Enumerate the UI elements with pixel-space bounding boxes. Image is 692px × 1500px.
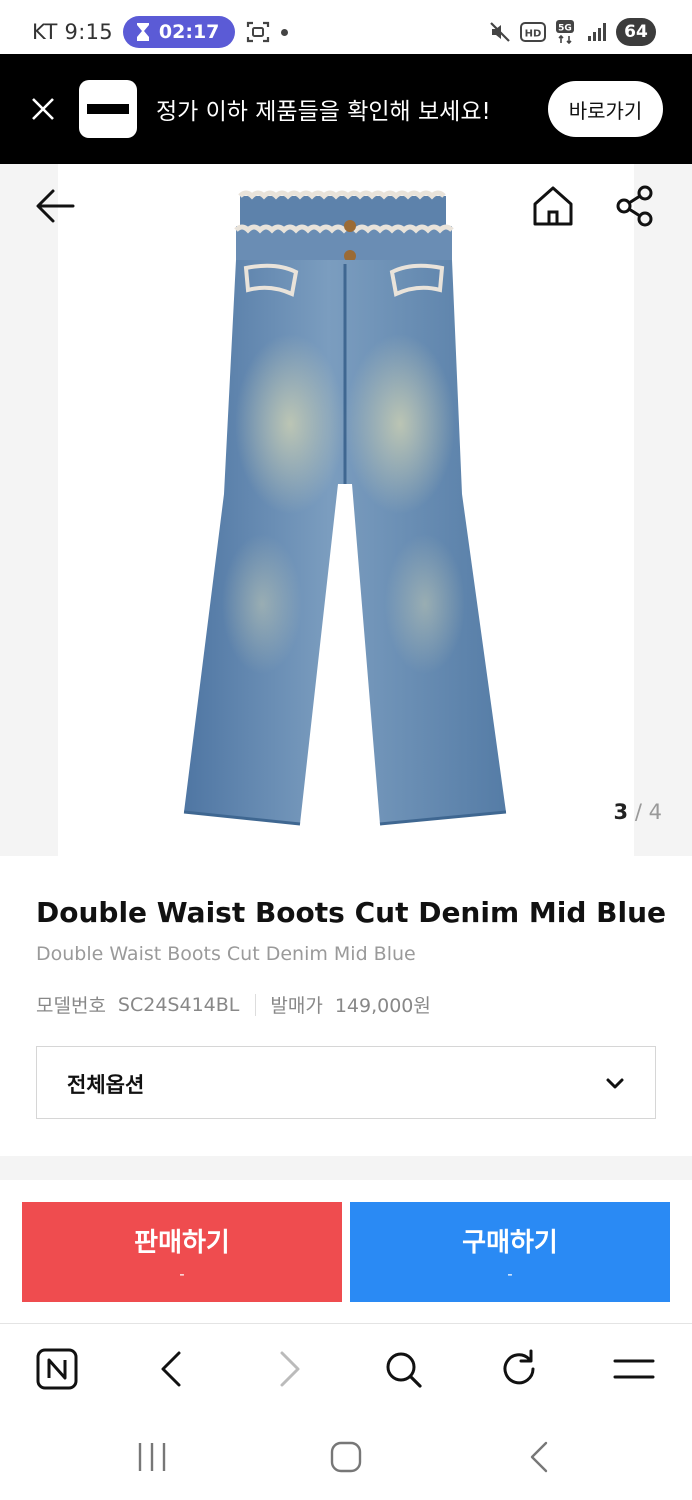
close-icon[interactable] — [28, 94, 58, 124]
browser-toolbar — [0, 1325, 692, 1413]
release-price-value: 149,000원 — [334, 995, 431, 1017]
sell-button[interactable]: 판매하기 - — [22, 1202, 342, 1302]
product-image-jeans — [183, 190, 507, 826]
sell-button-label: 판매하기 — [134, 1228, 230, 1258]
system-back-icon[interactable] — [520, 1437, 560, 1477]
buy-button[interactable]: 구매하기 - — [350, 1202, 670, 1302]
share-icon[interactable] — [614, 184, 656, 228]
model-number-value: SC24S414BL — [117, 993, 240, 1016]
timer-value: 02:17 — [158, 21, 220, 43]
system-navigation-bar — [0, 1413, 692, 1500]
option-select-value: 전체옵션 — [67, 1073, 145, 1097]
gallery-separator: / — [634, 800, 642, 824]
sell-button-price: - — [179, 1265, 185, 1283]
model-number-label: 모델번호 — [36, 995, 106, 1017]
battery-indicator: 64 — [616, 18, 656, 46]
buy-button-label: 구매하기 — [462, 1228, 558, 1258]
recent-apps-icon[interactable] — [132, 1437, 172, 1477]
back-arrow-icon[interactable] — [33, 186, 77, 226]
network-5g-icon: 5G — [556, 20, 574, 45]
gallery-current-page: 3 — [613, 800, 629, 824]
notification-dot — [281, 28, 289, 36]
home-button-icon[interactable] — [326, 1437, 366, 1477]
network-text: 5G — [558, 24, 572, 34]
app-logo — [79, 80, 137, 138]
refresh-icon[interactable] — [497, 1347, 541, 1391]
mute-icon — [490, 22, 510, 42]
meta-divider — [255, 993, 257, 1016]
timer-pill[interactable]: 02:17 — [122, 16, 236, 48]
status-bar: KT 9:15 02:17 HD 5G 64 — [0, 0, 692, 54]
product-subtitle: Double Waist Boots Cut Denim Mid Blue — [36, 943, 416, 965]
hd-text: HD — [525, 29, 542, 40]
product-title: Double Waist Boots Cut Denim Mid Blue — [36, 896, 666, 929]
search-icon[interactable] — [381, 1347, 425, 1391]
product-meta: 모델번호 SC24S414BL 발매가 149,000원 — [36, 991, 431, 1018]
hd-icon: HD — [520, 22, 546, 42]
home-icon[interactable] — [530, 184, 576, 228]
gallery-total-pages: 4 — [648, 800, 662, 824]
section-divider — [0, 1156, 692, 1180]
menu-icon[interactable] — [612, 1347, 656, 1391]
status-right: HD 5G 64 — [488, 16, 656, 48]
product-image-gallery[interactable]: 3 / 4 — [0, 164, 692, 856]
buy-button-price: - — [507, 1265, 513, 1283]
promo-text: 정가 이하 제품들을 확인해 보세요! — [156, 99, 491, 125]
browser-forward-icon[interactable] — [267, 1347, 311, 1391]
naver-home-icon[interactable] — [35, 1347, 79, 1391]
trade-actions: 판매하기 - 구매하기 - — [0, 1180, 692, 1324]
signal-icon — [588, 23, 606, 41]
release-price-label: 발매가 — [270, 995, 323, 1017]
promo-cta-button[interactable]: 바로가기 — [548, 81, 663, 137]
option-select[interactable]: 전체옵션 — [36, 1046, 656, 1119]
gallery-page-indicator: 3 / 4 — [614, 800, 662, 824]
promo-banner[interactable]: 정가 이하 제품들을 확인해 보세요! 바로가기 — [0, 54, 692, 164]
screenshot-icon — [247, 21, 270, 43]
chevron-down-icon — [606, 1078, 624, 1089]
hourglass-icon — [136, 23, 149, 41]
status-left: KT 9:15 02:17 — [32, 16, 289, 48]
carrier-time: KT 9:15 — [32, 20, 113, 44]
browser-back-icon[interactable] — [150, 1347, 194, 1391]
